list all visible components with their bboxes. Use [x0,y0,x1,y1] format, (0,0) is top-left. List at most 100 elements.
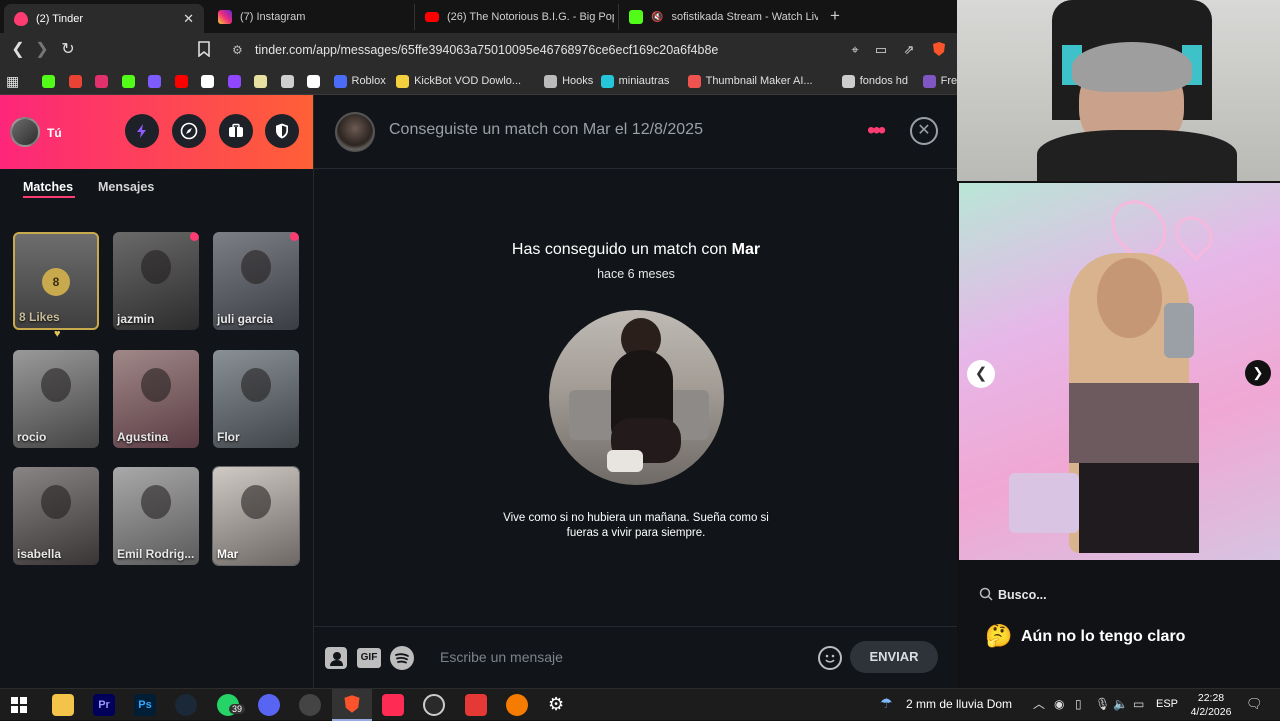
bookmark-openai-icon[interactable] [280,72,294,90]
tab-matches[interactable]: Matches [23,180,73,194]
match-card[interactable]: rocio [13,350,99,448]
tiktok-icon [307,74,320,88]
tab-tinder[interactable]: (2) Tinder ✕ [4,4,204,33]
match-card[interactable]: jazmin [113,232,199,330]
message-composer: GIF Escribe un mensaje ENVIAR [314,626,957,688]
match-avatar[interactable] [335,112,375,152]
tab-instagram[interactable]: (7) Instagram [208,4,408,30]
language-indicator[interactable]: ESP [1156,698,1178,710]
apps-grid-icon[interactable]: ▦ [6,72,19,90]
tiktok-icon[interactable] [382,694,404,716]
user-label[interactable]: Tú [47,126,62,140]
bookmark-miniautras[interactable]: miniautras [600,72,669,90]
match-card[interactable]: Emil Rodrig... [113,467,199,565]
bookmark-fondos-hd[interactable]: fondos hd [841,72,908,90]
reload-icon[interactable]: ↻ [59,41,77,59]
brave-shield-icon[interactable] [930,41,948,59]
match-card[interactable]: Mar [212,466,300,566]
youtube-icon [174,74,188,88]
steam-icon[interactable] [175,694,197,716]
match-name: Mar [217,547,239,561]
matches-sidebar: Tú Matches Mensajes 8 8 Likes ♥ jazmin ju… [0,95,313,688]
cast-icon[interactable]: ▭ [872,41,890,59]
header-title: Conseguiste un match con Mar el 12/8/202… [389,121,703,138]
bookmark-roblox[interactable]: Roblox [333,72,386,90]
recorder-icon[interactable] [465,694,487,716]
share-icon[interactable]: ⇗ [900,41,918,59]
shield-icon [276,123,288,139]
explore-button[interactable] [172,114,206,148]
more-options-icon[interactable]: ••• [867,119,886,143]
bookmark-bolt-icon[interactable] [148,72,161,90]
bookmark-gmail-icon[interactable] [68,72,82,90]
bookmark-hooks[interactable]: Hooks [544,72,593,90]
new-tab-button[interactable]: + [830,6,840,26]
record-indicator-icon[interactable]: ◉ [1054,697,1064,711]
emoji-button[interactable] [818,646,842,670]
whatsapp-icon[interactable]: 39 [217,694,246,716]
bookmark-free-motion-gr[interactable]: Free motion gr [922,72,957,90]
next-photo-button[interactable]: ❯ [1245,360,1271,386]
microphone-icon[interactable]: 🎙 [1095,697,1110,711]
boost-button[interactable] [125,114,159,148]
fl-studio-icon[interactable] [506,694,528,716]
forward-icon[interactable]: ❯ [33,41,51,59]
photoshop-icon[interactable]: Ps [134,694,156,716]
close-icon[interactable]: ✕ [910,117,938,145]
notifications-icon[interactable]: 🗨 [1246,696,1263,712]
tray-chevron-icon[interactable]: ︿ [1033,695,1045,712]
bookmark-youtube-icon[interactable] [174,72,188,90]
bookmark-instagram-icon[interactable] [95,72,108,90]
match-card[interactable]: juli garcia [213,232,299,330]
match-card[interactable]: Flor [213,350,299,448]
tab-kick[interactable]: 🔇 sofistikada Stream - Watch Live o [618,4,818,30]
passport-button[interactable] [219,114,253,148]
tab-youtube[interactable]: (26) The Notorious B.I.G. - Big Poppa [414,4,614,30]
discord-icon[interactable] [258,694,280,716]
send-button[interactable]: ENVIAR [850,641,938,673]
avatar[interactable] [10,117,40,147]
clock-date: 4/2/2026 [1190,706,1232,718]
network-icon[interactable]: ▭ [1133,697,1144,711]
phone-link-icon[interactable]: ▯ [1075,697,1082,711]
site-settings-icon[interactable]: ⚙ [232,38,243,62]
weather-text[interactable]: 2 mm de lluvia Dom [906,697,1012,711]
kick-icon [629,10,643,24]
volume-icon[interactable]: 🔈 [1113,697,1128,711]
bookmark-thumbnail-maker-ai[interactable]: Thumbnail Maker AI... [687,72,813,90]
motion-icon [922,74,936,88]
thinking-emoji-icon: 🤔 [985,623,1013,648]
bookmark-kick-icon[interactable] [42,72,55,90]
clock-app-icon[interactable] [423,694,445,716]
location-icon[interactable]: ⌖ [846,41,864,59]
bookmark-kickbot-vod-dowlo[interactable]: KickBot VOD Dowlo... [396,72,521,90]
match-title: Has conseguido un match con Mar [314,241,957,259]
clock[interactable]: 22:28 4/2/2026 [1188,691,1234,719]
safety-button[interactable] [265,114,299,148]
likes-card[interactable]: 8 8 Likes [13,232,99,330]
bookmark-tiktok-icon[interactable] [307,72,320,90]
message-input[interactable]: Escribe un mensaje [440,649,563,665]
gif-button[interactable]: GIF [357,648,381,668]
bookmark-ring-icon[interactable] [254,72,267,90]
premiere-icon[interactable]: Pr [93,694,115,716]
url-field[interactable]: ⚙ tinder.com/app/messages/65ffe394063a75… [230,38,920,62]
obs-icon[interactable] [299,694,321,716]
openai-icon [280,74,294,88]
bookmark-icon[interactable] [195,41,213,59]
bookmark-x-icon[interactable] [201,72,214,90]
bookmark-kick-icon[interactable] [121,72,135,90]
match-card[interactable]: Agustina [113,350,199,448]
spotify-button[interactable] [390,646,414,670]
windows-start-icon[interactable] [11,697,27,718]
match-card[interactable]: isabella [13,467,99,565]
file-explorer-icon[interactable] [52,694,74,716]
brave-taskbar-item[interactable] [332,689,372,721]
sticker-button[interactable] [325,647,347,669]
settings-gear-icon[interactable]: ⚙ [548,694,564,715]
close-icon[interactable]: ✕ [183,11,194,27]
previous-photo-button[interactable]: ❮ [967,360,995,388]
back-icon[interactable]: ❮ [9,41,27,59]
tab-messages[interactable]: Mensajes [98,180,154,194]
bookmark-twitch-icon[interactable] [227,72,241,90]
